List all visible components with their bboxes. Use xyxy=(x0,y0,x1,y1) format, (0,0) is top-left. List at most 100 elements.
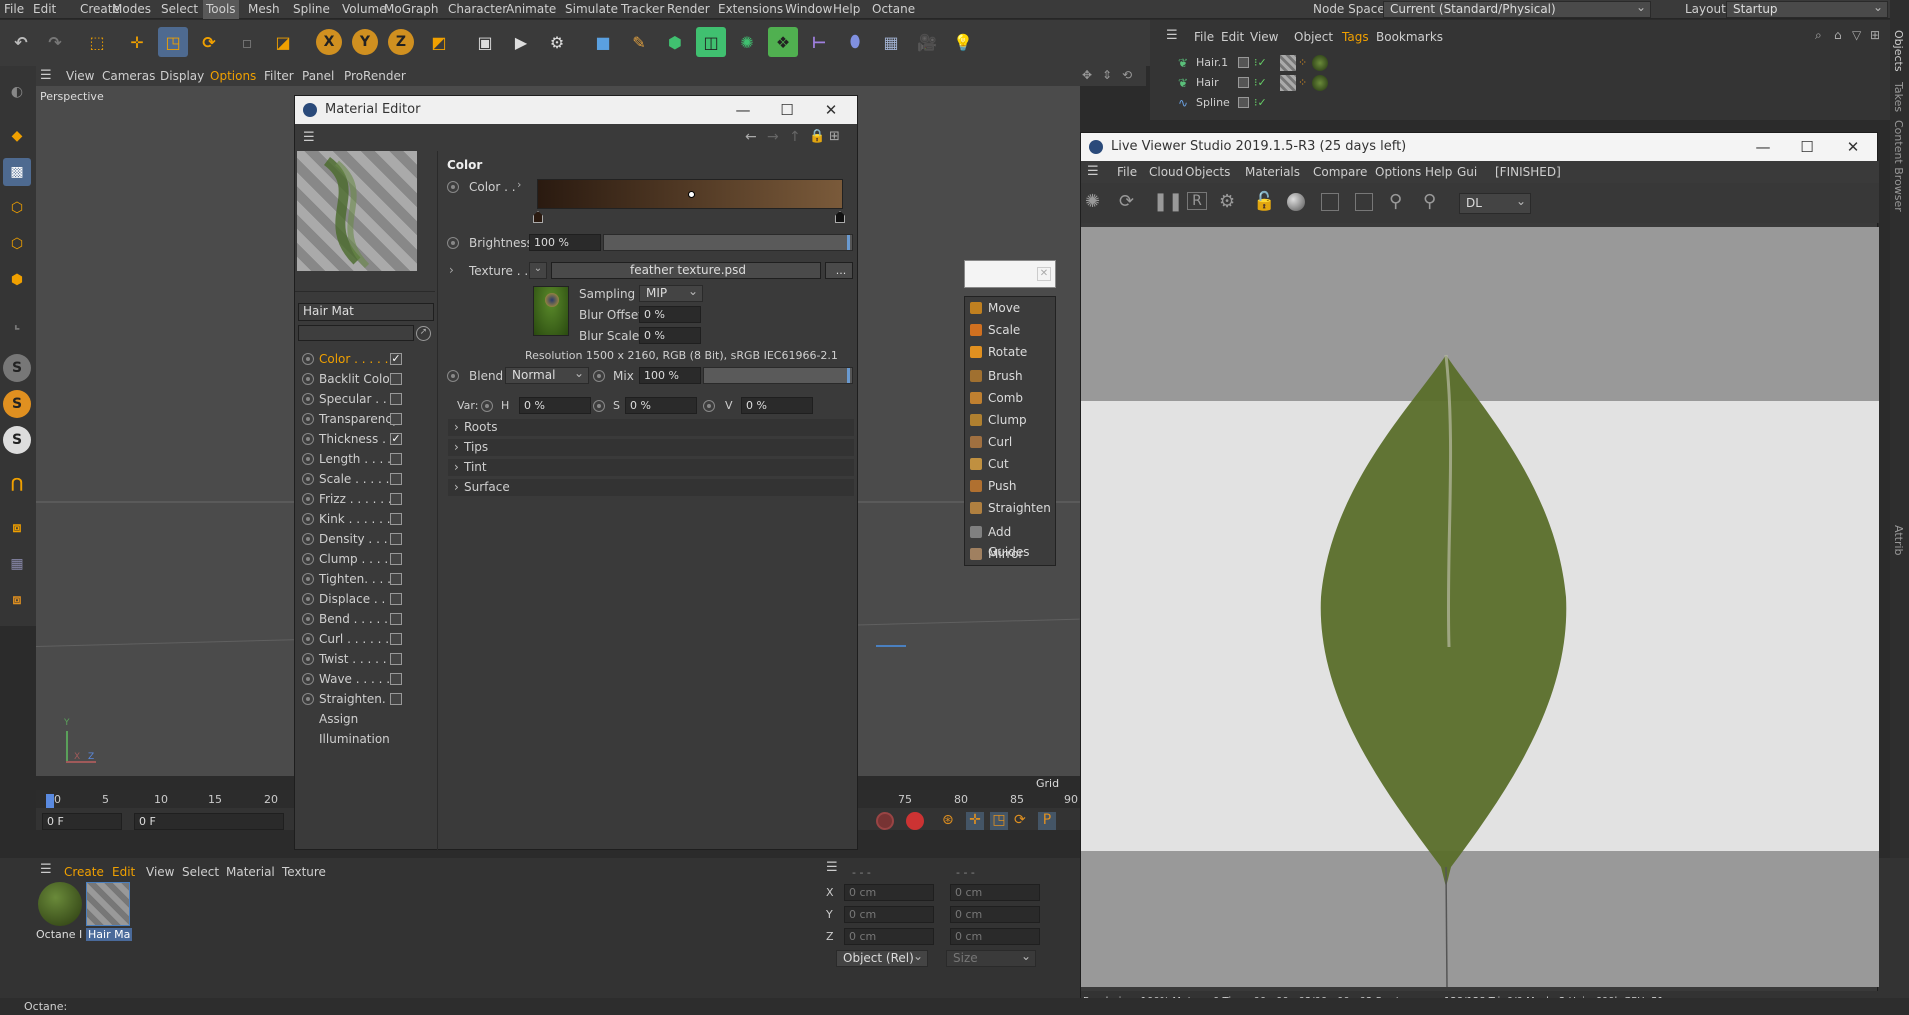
om-menu-bookmarks[interactable]: Bookmarks xyxy=(1376,30,1443,44)
render-view-icon[interactable]: ▣ xyxy=(470,27,500,57)
section-surface[interactable]: Surface xyxy=(448,479,854,496)
current-frame-field[interactable]: 0 F xyxy=(134,813,284,830)
channel-label[interactable]: Bend . . . . . . xyxy=(319,612,396,626)
lv-lock-icon[interactable]: 🔓 xyxy=(1253,191,1275,212)
cloner-icon[interactable]: ✺ xyxy=(732,27,762,57)
light-icon[interactable]: 💡 xyxy=(948,27,978,57)
channel-checkbox[interactable] xyxy=(390,393,402,405)
lv-close-button[interactable]: ✕ xyxy=(1833,133,1873,161)
deformer-icon[interactable]: ⊢ xyxy=(804,27,834,57)
channel-label[interactable]: Wave . . . . . . xyxy=(319,672,398,686)
channel-label[interactable]: Length . . . . . xyxy=(319,452,399,466)
pick-icon[interactable]: ➚ xyxy=(416,326,431,341)
lv-minimize-button[interactable]: — xyxy=(1743,133,1783,161)
octane-material-label[interactable]: Octane I xyxy=(36,928,82,941)
edges-mode-icon[interactable]: ⬡ xyxy=(3,230,31,258)
z-axis-lock-icon[interactable]: Z xyxy=(388,29,414,55)
texture-mode-icon[interactable]: ▩ xyxy=(3,158,31,186)
lv-menu-cloud[interactable]: Cloud xyxy=(1149,165,1183,179)
new-view-icon[interactable]: ⊞ xyxy=(1870,28,1880,42)
viewport-rotate-icon[interactable]: ⟲ xyxy=(1122,68,1132,82)
mm-menu-texture[interactable]: Texture xyxy=(282,865,326,879)
object-name[interactable]: Hair xyxy=(1196,74,1219,92)
hair-tag-icon[interactable]: ⁘ xyxy=(1298,54,1307,72)
texture-dropdown-icon[interactable]: ⌄ xyxy=(529,262,547,279)
channel-label[interactable]: Scale . . . . . xyxy=(319,472,389,486)
kernel-dropdown[interactable]: DL xyxy=(1459,192,1531,214)
channel-checkbox[interactable] xyxy=(390,613,402,625)
lv-menu-file[interactable]: File xyxy=(1117,165,1137,179)
tab-takes[interactable]: Takes xyxy=(1892,82,1905,112)
channel-animate-radio[interactable] xyxy=(302,513,314,525)
key-scale-icon[interactable]: ◳ xyxy=(990,812,1008,830)
blur-scale-field[interactable]: 0 % xyxy=(639,327,701,344)
section-roots[interactable]: Roots xyxy=(448,419,854,436)
channel-animate-radio[interactable] xyxy=(302,353,314,365)
menu-select[interactable]: Select xyxy=(161,2,198,16)
octane-tag-icon[interactable] xyxy=(1312,55,1328,71)
octane-material-swatch[interactable] xyxy=(38,882,82,926)
brightness-slider[interactable] xyxy=(603,234,853,251)
var-s-radio[interactable] xyxy=(593,400,605,412)
menu-modes[interactable]: Modes xyxy=(112,2,151,16)
channel-animate-radio[interactable] xyxy=(302,693,314,705)
visibility-toggle[interactable] xyxy=(1238,97,1249,108)
menu-edit[interactable]: Edit xyxy=(33,2,56,16)
tab-attributes[interactable]: Attrib xyxy=(1892,525,1905,556)
object-row[interactable]: ❦ Hair ⁝✓ ⁘ xyxy=(1170,74,1880,92)
channel-checkbox[interactable] xyxy=(390,473,402,485)
material-layer-dropdown[interactable] xyxy=(298,325,414,341)
field-icon[interactable]: ⬮ xyxy=(840,27,870,57)
channel-animate-radio[interactable] xyxy=(302,573,314,585)
z-position-field[interactable]: 0 cm xyxy=(844,928,934,945)
render-settings-icon[interactable]: ⚙ xyxy=(542,27,572,57)
channel-animate-radio[interactable] xyxy=(302,393,314,405)
lv-menu-options[interactable]: Options xyxy=(1375,165,1421,179)
menu-tools[interactable]: Tools xyxy=(203,0,239,19)
channel-label[interactable]: Specular . . . xyxy=(319,392,394,406)
menu-file[interactable]: File xyxy=(4,2,24,16)
channel-label[interactable]: Thickness . . . xyxy=(319,432,401,446)
object-name[interactable]: Spline xyxy=(1196,94,1230,112)
lv-settings-icon[interactable]: ⚙ xyxy=(1219,191,1235,212)
layout-dropdown[interactable]: Startup xyxy=(1726,0,1888,18)
redo-icon[interactable]: ↷ xyxy=(40,27,70,57)
menu-spline[interactable]: Spline xyxy=(293,2,330,16)
texture-browse-button[interactable]: ... xyxy=(825,262,853,279)
lv-menu-compare[interactable]: Compare xyxy=(1313,165,1367,179)
viewport-menu-panel[interactable]: Panel xyxy=(302,69,334,83)
sampling-dropdown[interactable]: MIP xyxy=(639,284,703,302)
search-icon[interactable]: ⌕ xyxy=(1815,28,1822,43)
channel-label[interactable]: Displace . . . . xyxy=(319,592,401,606)
visibility-toggle[interactable] xyxy=(1238,77,1249,88)
menu-render[interactable]: Render xyxy=(667,2,710,16)
x-position-field[interactable]: 0 cm xyxy=(844,884,934,901)
move-icon[interactable]: ✛ xyxy=(122,27,152,57)
channel-checkbox[interactable] xyxy=(390,673,402,685)
color-expand-icon[interactable]: › xyxy=(517,178,521,191)
cube-icon[interactable]: ■ xyxy=(588,27,618,57)
y-size-field[interactable]: 0 cm xyxy=(950,906,1040,923)
pen-icon[interactable]: ✎ xyxy=(624,27,654,57)
viewport-hamburger-icon[interactable]: ☰ xyxy=(40,68,52,83)
channel-extra-assign[interactable]: Assign xyxy=(319,712,358,726)
var-s-field[interactable]: 0 % xyxy=(625,397,697,414)
channel-checkbox[interactable] xyxy=(390,653,402,665)
section-tint[interactable]: Tint xyxy=(448,459,854,476)
texture-expand-icon[interactable]: › xyxy=(449,263,454,277)
channel-animate-radio[interactable] xyxy=(302,673,314,685)
key-parameter-icon[interactable]: P xyxy=(1038,812,1056,830)
channel-label[interactable]: Twist . . . . . . xyxy=(319,652,394,666)
om-menu-edit[interactable]: Edit xyxy=(1221,30,1244,44)
brightness-field[interactable]: 100 % xyxy=(529,234,601,251)
channel-checkbox[interactable] xyxy=(390,633,402,645)
z-size-field[interactable]: 0 cm xyxy=(950,928,1040,945)
model-mode-icon[interactable]: ◆ xyxy=(3,122,31,150)
hair-tool-brush[interactable]: Brush xyxy=(966,366,1054,386)
y-axis-lock-icon[interactable]: Y xyxy=(352,29,378,55)
channel-label[interactable]: Backlit Color xyxy=(319,372,395,386)
object-manager-hamburger-icon[interactable]: ☰ xyxy=(1166,28,1178,43)
lv-menu-objects[interactable]: Objects xyxy=(1185,165,1230,179)
channel-label[interactable]: Density . . . . xyxy=(319,532,395,546)
mix-animate-radio[interactable] xyxy=(593,370,605,382)
